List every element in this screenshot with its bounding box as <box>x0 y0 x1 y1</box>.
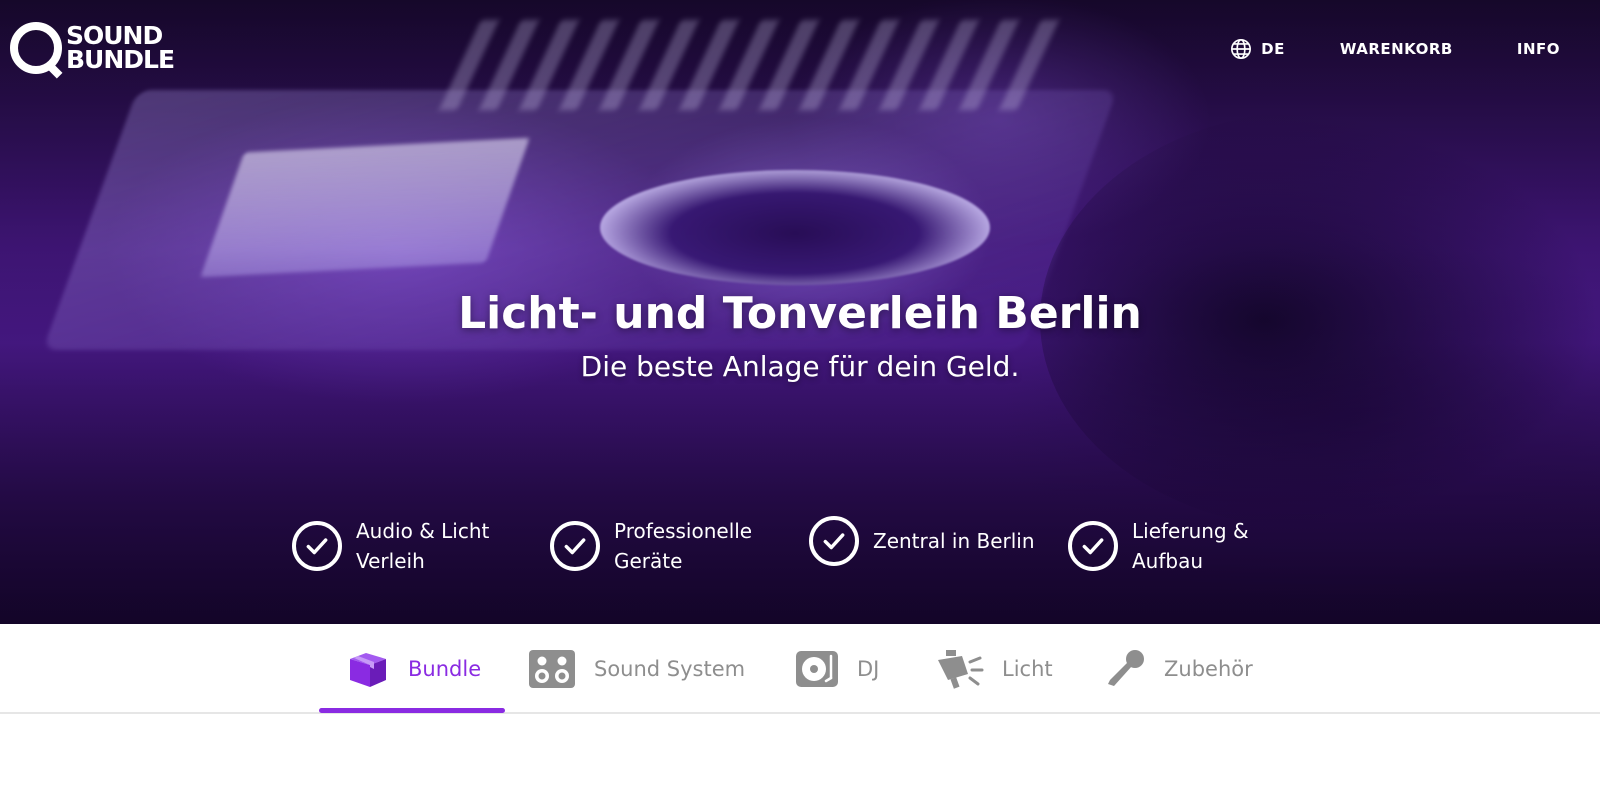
tab-label: Sound System <box>594 657 746 681</box>
info-link[interactable]: INFO <box>1517 40 1560 58</box>
box-icon <box>346 649 390 689</box>
top-navigation: DE WARENKORB INFO <box>1230 38 1560 60</box>
check-circle-icon <box>550 521 600 571</box>
feature-item: Zentral in Berlin <box>809 516 1035 566</box>
cart-link[interactable]: WARENKORB <box>1340 40 1453 58</box>
logo-text: SOUND BUNDLE <box>66 23 175 74</box>
speaker-icon <box>528 649 576 689</box>
feature-label: Zentral in Berlin <box>873 529 1035 553</box>
tab-dj[interactable]: DJ <box>795 624 879 714</box>
tab-licht[interactable]: Licht <box>934 624 1053 714</box>
tab-label: Licht <box>1002 657 1053 681</box>
check-circle-icon <box>292 521 342 571</box>
hero-title: Licht- und Tonverleih Berlin <box>458 288 1142 339</box>
globe-icon <box>1231 39 1252 59</box>
feature-label: Lieferung & Aufbau <box>1132 519 1249 573</box>
feature-label: Audio & Licht Verleih <box>356 519 490 573</box>
microphone-icon <box>1104 648 1146 690</box>
turntable-icon <box>795 650 839 688</box>
language-label: DE <box>1261 40 1285 58</box>
tab-sound-system[interactable]: Sound System <box>528 624 745 714</box>
logo-text-line2: BUNDLE <box>66 45 175 74</box>
check-circle-icon <box>809 516 859 566</box>
tab-label: DJ <box>857 657 880 681</box>
category-tabbar: Bundle Sound System DJ Licht Zubehör <box>0 624 1600 714</box>
tab-label: Zubehör <box>1164 657 1253 681</box>
hero-subtitle: Die beste Anlage für dein Geld. <box>580 350 1020 383</box>
tab-zubehoer[interactable]: Zubehör <box>1104 624 1253 714</box>
logo-icon <box>10 22 62 74</box>
active-tab-indicator <box>319 708 505 713</box>
tab-label: Bundle <box>408 657 482 681</box>
check-circle-icon <box>1068 521 1118 571</box>
feature-label: Professionelle Geräte <box>614 519 753 573</box>
logo[interactable]: SOUND BUNDLE <box>10 22 175 74</box>
feature-item: Professionelle Geräte <box>550 516 784 576</box>
language-switcher[interactable]: DE <box>1230 38 1285 60</box>
tab-bundle[interactable]: Bundle <box>346 624 481 714</box>
feature-item: Audio & Licht Verleih <box>292 516 526 576</box>
feature-item: Lieferung & Aufbau <box>1068 516 1302 576</box>
feature-list: Audio & Licht Verleih Professionelle Ger… <box>0 516 1600 576</box>
spotlight-icon <box>934 648 984 690</box>
